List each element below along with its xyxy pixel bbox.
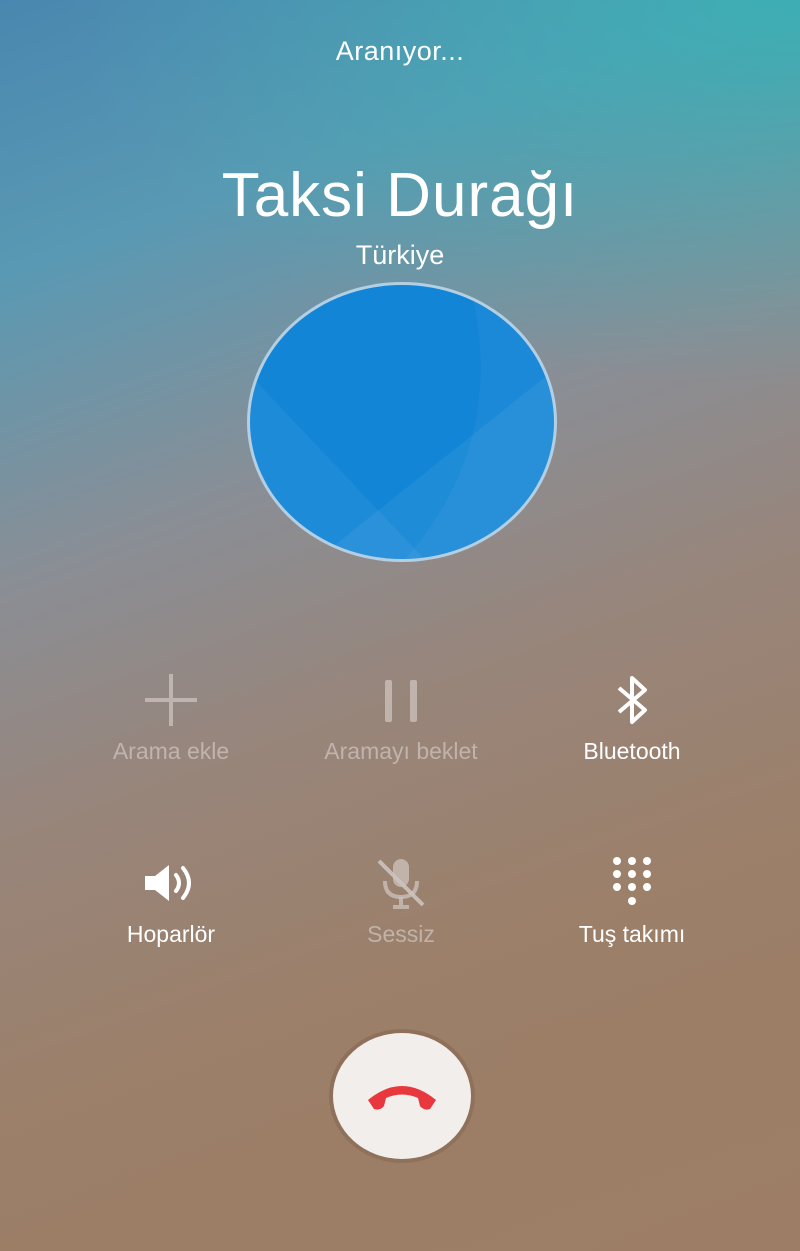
bluetooth-button[interactable]: Bluetooth <box>502 670 762 765</box>
dialpad-icon <box>613 857 651 905</box>
dialpad-label: Tuş takımı <box>578 921 686 947</box>
contact-name: Taksi Durağı <box>221 161 579 230</box>
mic-off-icon <box>377 859 425 909</box>
end-call-button[interactable] <box>333 1033 471 1159</box>
add-call-label: Arama ekle <box>112 738 230 764</box>
dialpad-button[interactable]: Tuş takımı <box>502 853 762 948</box>
call-status: Aranıyor... <box>335 36 465 66</box>
speaker-icon <box>145 865 191 901</box>
mute-button[interactable]: Sessiz <box>271 853 531 948</box>
pause-icon <box>385 680 417 722</box>
hold-call-label: Aramayı beklet <box>324 738 478 764</box>
bluetooth-icon <box>617 676 647 724</box>
speaker-button[interactable]: Hoparlör <box>41 853 301 948</box>
add-icon <box>145 674 197 726</box>
add-call-button[interactable]: Arama ekle <box>41 670 301 765</box>
bluetooth-label: Bluetooth <box>583 738 681 764</box>
end-call-icon <box>368 1086 436 1110</box>
contact-location: Türkiye <box>355 240 445 270</box>
mute-label: Sessiz <box>367 921 435 947</box>
hold-call-button[interactable]: Aramayı beklet <box>271 670 531 765</box>
speaker-label: Hoparlör <box>126 921 216 947</box>
contact-avatar <box>247 282 557 562</box>
